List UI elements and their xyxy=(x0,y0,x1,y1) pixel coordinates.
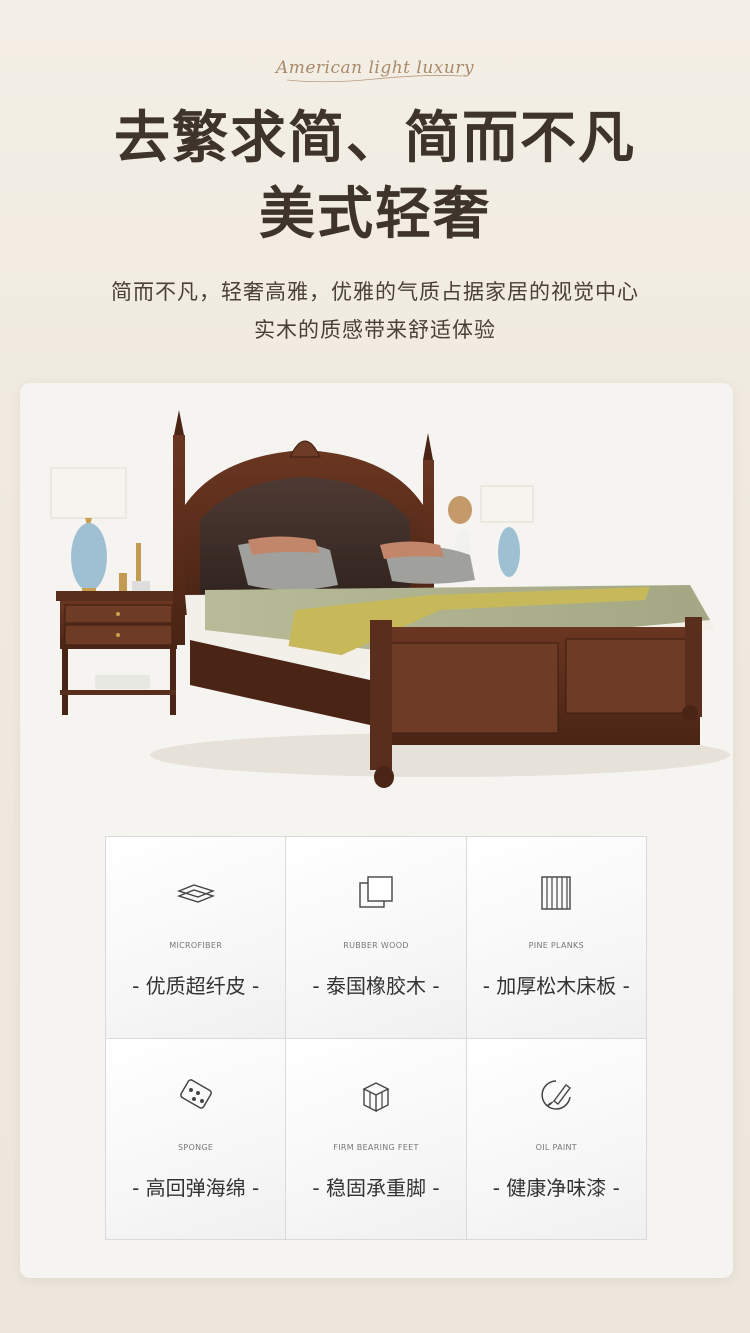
feature-sponge: SPONGE - 高回弹海绵 - xyxy=(106,1038,286,1239)
feature-bearing-feet: FIRM BEARING FEET - 稳固承重脚 - xyxy=(286,1038,466,1239)
bearing-feet-icon xyxy=(362,1081,390,1112)
rubber-wood-icon xyxy=(359,876,393,908)
flourish-decoration xyxy=(286,75,464,83)
headline-line2: 美式轻奢 xyxy=(259,181,491,247)
bed-product-image xyxy=(50,410,730,788)
feature-oil-paint: OIL PAINT - 健康净味漆 - xyxy=(466,1038,646,1239)
left-lamp xyxy=(50,467,127,594)
feature-grid: MICROFIBER - 优质超纤皮 - RUBBER WOOD - 泰国橡胶木… xyxy=(105,836,647,1240)
microfiber-layers-icon xyxy=(176,884,215,903)
pine-planks-icon xyxy=(541,876,572,910)
feature-microfiber: MICROFIBER - 优质超纤皮 - xyxy=(106,837,286,1038)
headline-line1: 去繁求简、简而不凡 xyxy=(114,105,636,171)
subtitle-line1: 简而不凡，轻奢高雅，优雅的气质占据家居的视觉中心 xyxy=(111,280,639,304)
feature-pine-planks: PINE PLANKS - 加厚松木床板 - xyxy=(466,837,646,1038)
feature-rubber-wood: RUBBER WOOD - 泰国橡胶木 - xyxy=(286,837,466,1038)
subtitle-line2: 实木的质感带来舒适体验 xyxy=(254,318,496,342)
oil-paint-icon xyxy=(541,1079,572,1110)
sponge-icon xyxy=(179,1078,212,1109)
